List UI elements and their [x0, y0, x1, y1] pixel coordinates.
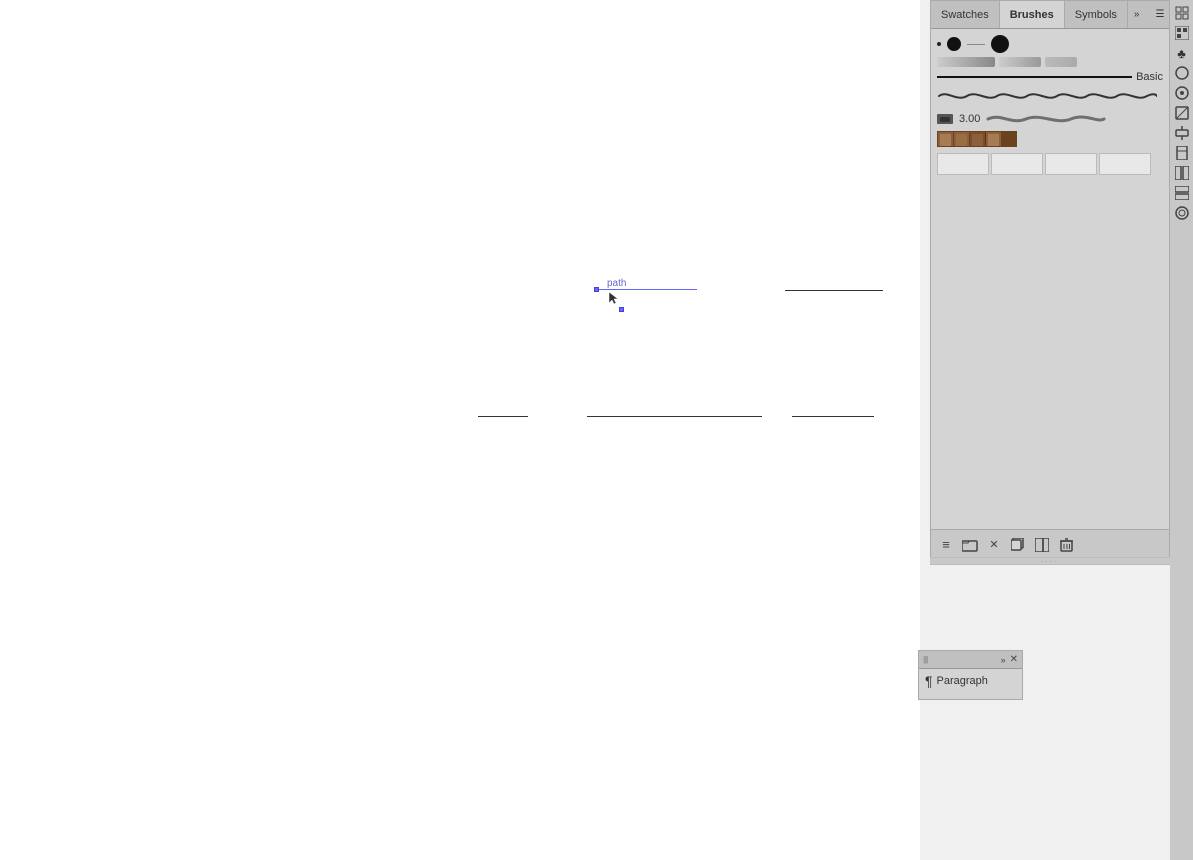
- canvas-line-4: [587, 416, 762, 417]
- empty-brush-row: [937, 153, 1163, 175]
- duplicate-icon[interactable]: [1009, 536, 1027, 554]
- paragraph-label: Paragraph: [937, 675, 988, 687]
- brush-dot-large[interactable]: [991, 35, 1009, 53]
- right-icon-10[interactable]: [1173, 184, 1191, 202]
- libraries-icon[interactable]: ≡: [937, 536, 955, 554]
- right-icon-11[interactable]: [1173, 204, 1191, 222]
- canvas-line-5: [792, 416, 874, 417]
- tab-brushes[interactable]: Brushes: [1000, 1, 1065, 28]
- path-handle-left[interactable]: [594, 287, 599, 292]
- panel-menu-button[interactable]: ☰: [1149, 5, 1170, 24]
- brush-line-separator: [967, 44, 985, 45]
- tab-symbols[interactable]: Symbols: [1065, 1, 1128, 28]
- canvas[interactable]: path: [0, 0, 920, 860]
- brush-stroke-1[interactable]: [937, 57, 995, 67]
- cursor: [607, 290, 621, 309]
- paragraph-symbol: ¶: [925, 673, 933, 689]
- right-icon-6[interactable]: [1173, 104, 1191, 122]
- brush-stroke-3[interactable]: [1045, 57, 1077, 67]
- right-icon-8[interactable]: [1173, 144, 1191, 162]
- panel-resize-handle[interactable]: ····: [930, 557, 1170, 565]
- brush-size-row: 3.00: [937, 111, 1163, 127]
- right-icon-1[interactable]: [1173, 4, 1191, 22]
- right-icon-9[interactable]: [1173, 164, 1191, 182]
- paragraph-panel-content: ¶ Paragraph: [919, 669, 1022, 693]
- panel-tabs: Swatches Brushes Symbols » ☰: [931, 1, 1169, 29]
- trash-icon[interactable]: [1057, 536, 1075, 554]
- panel-footer: ≡ ✕: [931, 529, 1169, 559]
- paragraph-panel-header: |||| » ✕: [919, 651, 1022, 669]
- brush-dot-medium[interactable]: [947, 37, 961, 51]
- brush-dot-tiny[interactable]: [937, 42, 941, 46]
- paragraph-close-button[interactable]: ✕: [1010, 654, 1018, 665]
- path-label: path: [607, 278, 626, 289]
- textured-brush-preview[interactable]: [937, 87, 1163, 105]
- brushes-panel: Swatches Brushes Symbols » ☰ Basic: [930, 0, 1170, 560]
- canvas-line-2: [785, 290, 883, 291]
- basic-section-header: Basic: [937, 71, 1163, 83]
- right-icon-5[interactable]: [1173, 84, 1191, 102]
- brush-stroke-2[interactable]: [999, 57, 1041, 67]
- brush-size-row-1: [937, 35, 1163, 53]
- paragraph-expand-button[interactable]: »: [1001, 655, 1006, 665]
- brush-options-icon[interactable]: [1033, 536, 1051, 554]
- brushes-content: Basic 3.00: [931, 29, 1169, 183]
- right-toolbar: ♣: [1170, 0, 1193, 860]
- pattern-strip-cells: [937, 131, 1017, 147]
- calligraphy-brush-preview[interactable]: [986, 111, 1163, 127]
- right-icon-7[interactable]: [1173, 124, 1191, 142]
- new-brush-folder-icon[interactable]: [961, 536, 979, 554]
- brush-size-icon: [937, 114, 953, 124]
- brush-size-value: 3.00: [959, 113, 980, 125]
- paragraph-panel: |||| » ✕ ¶ Paragraph: [918, 650, 1023, 700]
- empty-brush-3[interactable]: [1045, 153, 1097, 175]
- paragraph-drag-handle: ||||: [923, 655, 927, 664]
- canvas-line-3: [478, 416, 528, 417]
- resize-dots: ····: [1041, 557, 1060, 566]
- empty-brush-2[interactable]: [991, 153, 1043, 175]
- empty-brush-1[interactable]: [937, 153, 989, 175]
- right-icon-4[interactable]: [1173, 64, 1191, 82]
- tab-swatches[interactable]: Swatches: [931, 1, 1000, 28]
- empty-brush-4[interactable]: [1099, 153, 1151, 175]
- brush-strokes-row: [937, 57, 1163, 67]
- expand-panels-button[interactable]: »: [1128, 5, 1146, 24]
- basic-label: Basic: [1136, 71, 1163, 83]
- right-icon-3[interactable]: ♣: [1173, 44, 1191, 62]
- pattern-brush-strip[interactable]: [937, 131, 1163, 147]
- delete-icon[interactable]: ✕: [985, 536, 1003, 554]
- basic-line: [937, 76, 1132, 78]
- right-icon-2[interactable]: [1173, 24, 1191, 42]
